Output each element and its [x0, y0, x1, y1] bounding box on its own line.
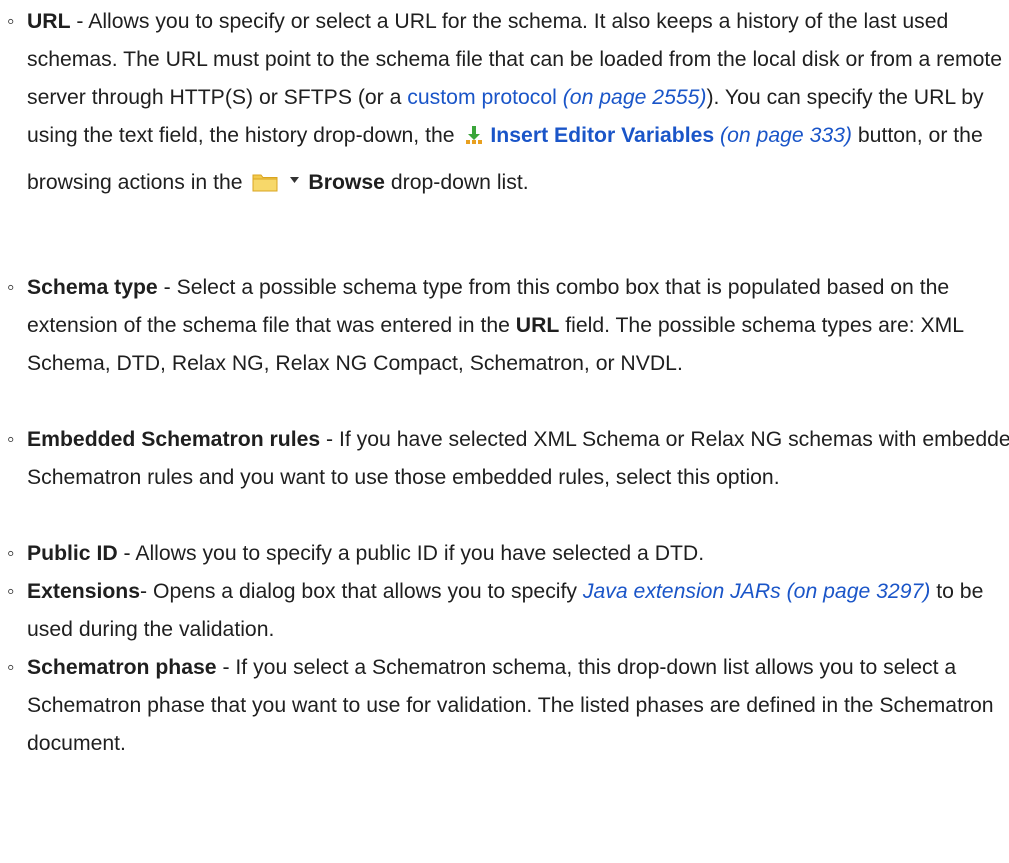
insert-editor-variables-icon [464, 120, 484, 158]
public-id-description: Allows you to specify a public ID if you… [135, 542, 705, 565]
list-bullet: ◦ [7, 276, 15, 299]
separator: - [70, 10, 89, 33]
caret-down-icon [290, 158, 300, 196]
list-bullet: ◦ [7, 542, 15, 565]
separator: - [117, 542, 136, 565]
list-item-schematron-phase: ◦ Schematron phase - If you select a Sch… [0, 649, 1009, 763]
separator: - [320, 428, 340, 451]
separator: - [140, 580, 153, 603]
term-public-id: Public ID [27, 542, 118, 565]
list-item-embedded-schematron-rules: ◦ Embedded Schematron rules - If you hav… [0, 421, 1009, 497]
list-item-extensions: ◦ Extensions- Opens a dialog box that al… [0, 573, 1009, 649]
extensions-description-part1: Opens a dialog box that allows you to sp… [153, 580, 583, 603]
custom-protocol-page-ref[interactable]: (on page 2555) [563, 86, 707, 109]
separator: - [157, 276, 177, 299]
list-item-schema-type: ◦ Schema type - Select a possible schema… [0, 269, 1009, 383]
list-item-url: ◦ URL - Allows you to specify or select … [0, 3, 1009, 205]
term-embedded-schematron-rules: Embedded Schematron rules [27, 428, 321, 451]
url-field-ref: URL [515, 314, 560, 337]
list-bullet: ◦ [7, 580, 15, 603]
list-bullet: ◦ [7, 428, 15, 451]
insert-editor-variables-page-ref[interactable]: (on page 333) [720, 124, 852, 147]
url-description-part4: drop-down list. [384, 171, 529, 194]
term-extensions: Extensions [27, 580, 141, 603]
term-url: URL [27, 10, 71, 33]
insert-editor-variables-link[interactable]: Insert Editor Variables [490, 124, 714, 147]
separator: - [216, 656, 236, 679]
term-schema-type: Schema type [27, 276, 158, 299]
list-item-public-id: ◦ Public ID - Allows you to specify a pu… [0, 535, 1009, 573]
term-schematron-phase: Schematron phase [27, 656, 217, 679]
list-bullet: ◦ [7, 10, 15, 33]
folder-icon [252, 167, 278, 205]
browse-label: Browse [308, 171, 385, 194]
list-bullet: ◦ [7, 656, 15, 679]
java-extension-jars-link[interactable]: Java extension JARs (on page 3297) [583, 580, 930, 603]
custom-protocol-link[interactable]: custom protocol [407, 86, 557, 109]
